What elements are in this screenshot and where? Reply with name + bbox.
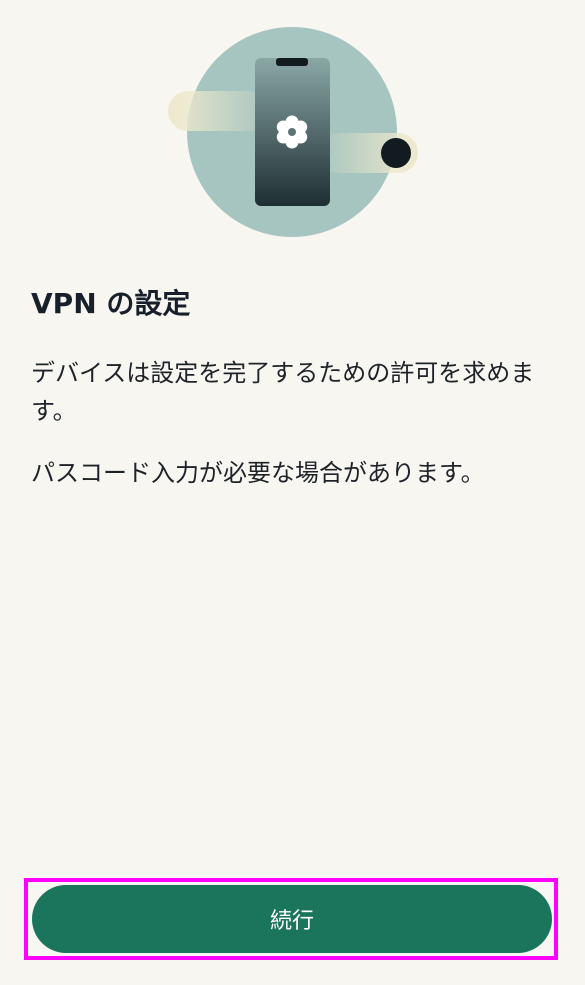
page-title: VPN の設定	[31, 287, 191, 320]
continue-button[interactable]: 続行	[32, 885, 552, 953]
vpn-setup-illustration	[0, 0, 585, 260]
phone-notch	[276, 58, 308, 66]
passcode-note: パスコード入力が必要な場合があります。	[31, 459, 485, 487]
permission-description: デバイスは設定を完了するための許可を求めます。	[31, 359, 535, 425]
left-band	[168, 91, 268, 131]
dot-icon	[381, 138, 411, 168]
